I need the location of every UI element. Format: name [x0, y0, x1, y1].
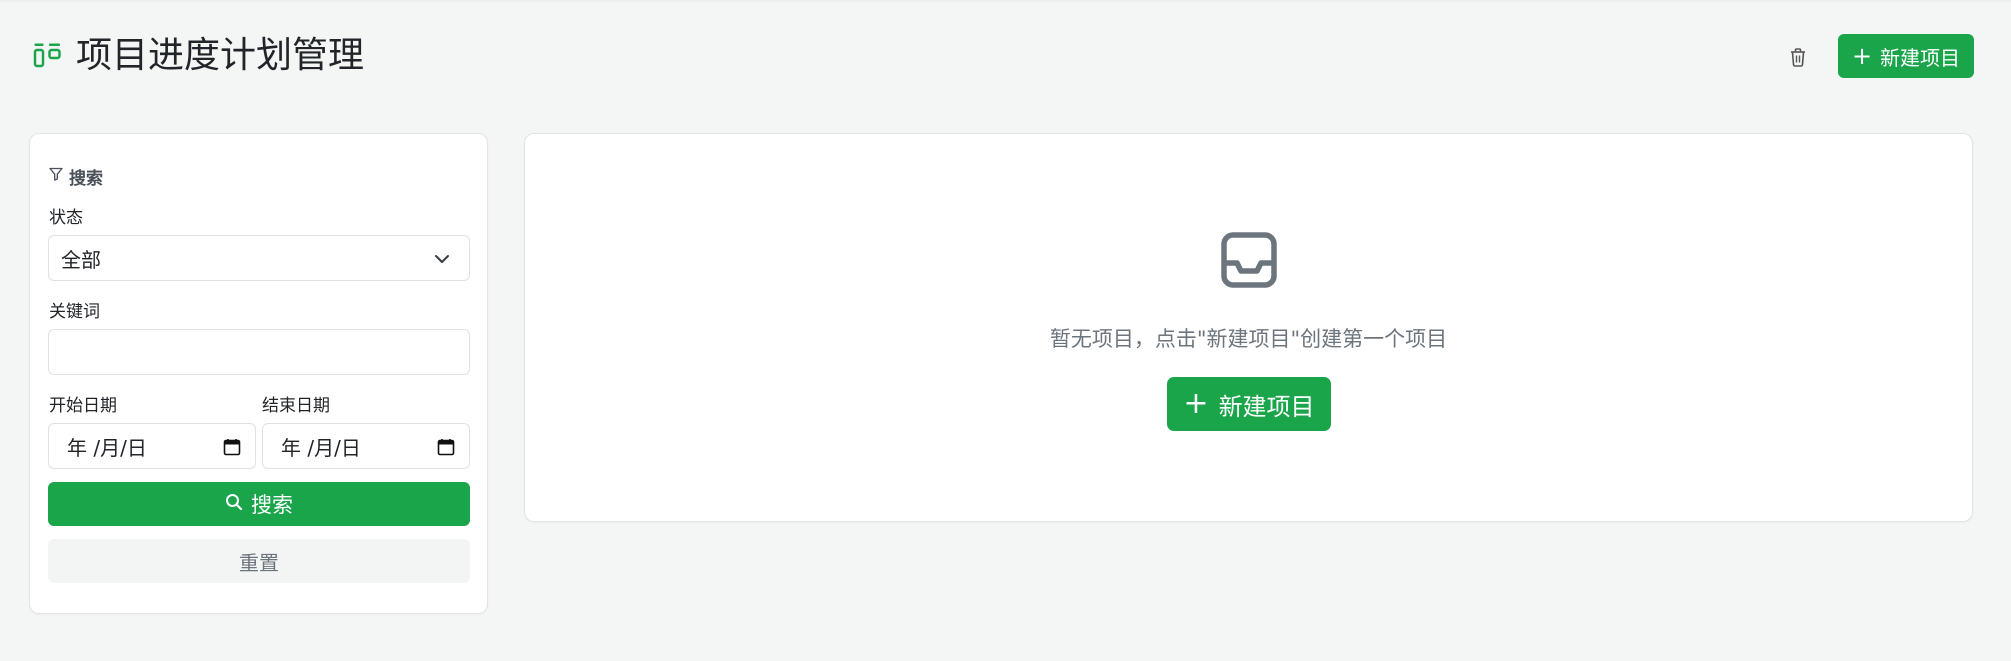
trash-icon	[1789, 47, 1807, 70]
new-project-label: 新建项目	[1880, 45, 1961, 70]
inbox-icon	[1221, 232, 1277, 288]
delete-button[interactable]	[1778, 38, 1818, 78]
reset-button-label: 重置	[239, 550, 279, 575]
page-title: 项目进度计划管理	[76, 35, 365, 76]
reset-button[interactable]: 重置	[48, 539, 470, 583]
empty-state-message: 暂无项目，点击"新建项目"创建第一个项目	[1049, 327, 1448, 351]
status-select[interactable]: 全部	[48, 235, 470, 281]
end-date-label: 结束日期	[262, 396, 330, 416]
status-select-value: 全部	[61, 247, 101, 272]
search-section-title: 搜索	[49, 164, 103, 189]
new-project-label: 新建项目	[1218, 392, 1315, 421]
top-divider	[0, 0, 2011, 2]
calendar-icon[interactable]	[223, 437, 241, 461]
search-button[interactable]: 搜索	[48, 482, 470, 526]
search-button-label: 搜索	[251, 493, 293, 517]
search-section-label: 搜索	[69, 168, 103, 189]
new-project-button[interactable]: + 新建项目	[1838, 34, 1974, 78]
new-project-button[interactable]: + 新建项目	[1167, 377, 1331, 431]
start-date-input[interactable]: 年 /月/日	[48, 423, 256, 469]
start-date-label: 开始日期	[49, 396, 117, 416]
kanban-icon	[33, 42, 63, 72]
chevron-down-icon	[433, 249, 451, 273]
calendar-icon[interactable]	[437, 437, 455, 461]
page-header: 项目进度计划管理 + 新建项目	[30, 30, 1974, 82]
plus-icon: +	[1851, 42, 1873, 70]
end-date-input[interactable]: 年 /月/日	[262, 423, 470, 469]
end-date-placeholder: 年 /月/日	[281, 435, 361, 460]
keyword-input[interactable]	[48, 329, 470, 375]
filter-icon	[49, 166, 63, 186]
status-label: 状态	[49, 208, 83, 228]
search-icon	[225, 492, 243, 516]
project-list-panel: 暂无项目，点击"新建项目"创建第一个项目 + 新建项目	[524, 133, 1973, 522]
plus-icon: +	[1183, 386, 1209, 421]
keyword-label: 关键词	[49, 302, 100, 322]
start-date-placeholder: 年 /月/日	[67, 435, 147, 460]
search-panel: 搜索 状态 全部 关键词 开始日期 结束日期 年 /月/日 年 /月/日 搜索 …	[29, 133, 488, 614]
